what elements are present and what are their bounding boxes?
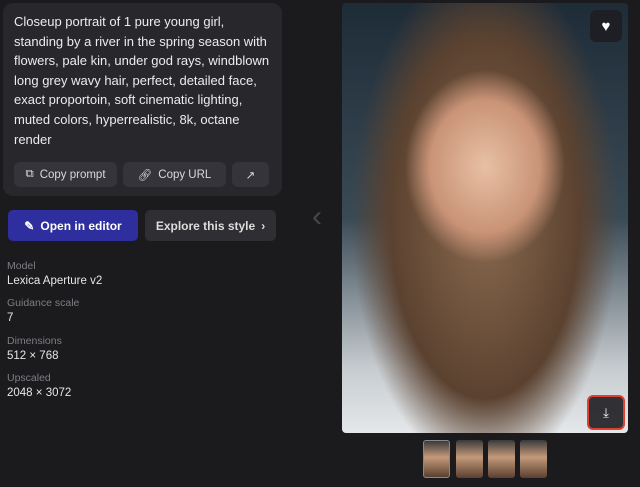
meta-upscaled: Upscaled 2048 × 3072 (7, 372, 71, 399)
download-button[interactable]: ⤓ (587, 395, 625, 430)
meta-value: Lexica Aperture v2 (7, 275, 103, 287)
link-icon: 🔗︎ (137, 169, 153, 182)
generated-image (342, 3, 628, 433)
open-in-editor-button[interactable]: ✎ Open in editor (8, 210, 138, 241)
download-icon: ⤓ (603, 404, 609, 420)
thumbnail-2[interactable] (456, 440, 483, 478)
meta-value: 2048 × 3072 (7, 387, 72, 399)
open-external-button[interactable]: ↗ (232, 162, 269, 187)
explore-style-button[interactable]: Explore this style › (145, 210, 276, 241)
explore-style-label: Explore this style (155, 218, 256, 233)
thumbnail-3[interactable] (488, 440, 515, 478)
meta-value: 7 (7, 312, 14, 324)
copy-url-label: Copy URL (158, 168, 212, 181)
chevron-right-icon: › (261, 218, 266, 233)
copy-prompt-button[interactable]: ⧉ Copy prompt (14, 162, 117, 187)
thumbnail-1[interactable] (423, 440, 450, 478)
meta-label: Guidance scale (7, 297, 80, 309)
meta-label: Upscaled (7, 372, 51, 384)
open-in-editor-label: Open in editor (40, 218, 122, 233)
thumbnail-4[interactable] (520, 440, 547, 478)
meta-dimensions: Dimensions 512 × 768 (7, 335, 62, 362)
meta-guidance: Guidance scale 7 (7, 297, 79, 324)
favorite-button[interactable]: ♥ (590, 10, 622, 42)
meta-label: Model (7, 260, 36, 272)
meta-model: Model Lexica Aperture v2 (7, 260, 102, 287)
meta-label: Dimensions (7, 335, 62, 347)
heart-icon: ♥ (601, 17, 611, 35)
copy-url-button[interactable]: 🔗︎ Copy URL (123, 162, 226, 187)
magic-wand-icon: ✎ (24, 218, 35, 233)
meta-value: 512 × 768 (7, 350, 59, 362)
copy-icon: ⧉ (25, 168, 34, 180)
previous-image-chevron-icon[interactable]: ‹ (312, 200, 322, 234)
copy-prompt-label: Copy prompt (39, 168, 106, 181)
external-link-icon: ↗ (245, 169, 256, 182)
prompt-text: Closeup portrait of 1 pure young girl, s… (14, 14, 270, 147)
